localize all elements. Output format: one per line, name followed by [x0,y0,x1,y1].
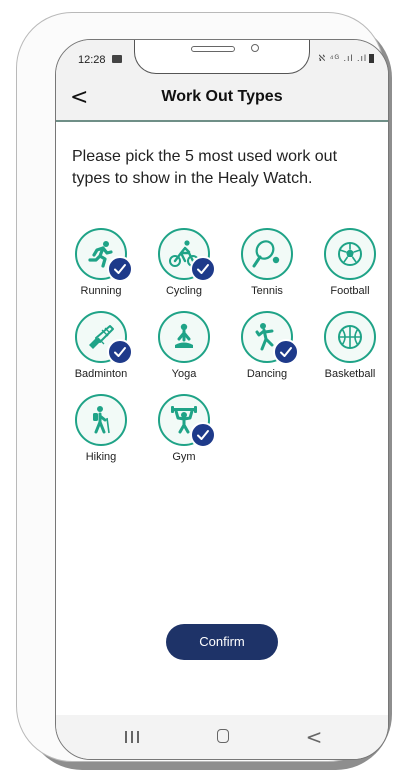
workout-gym[interactable]: Gym [151,394,221,474]
instruction-text: Please pick the 5 most used work out typ… [72,148,338,187]
phone-screen: 12:28 ℵ ⁴ᴳ .ıl .ıl < Work Out Types Plea… [55,39,389,760]
workout-dancing[interactable]: Dancing [234,311,304,391]
battery-icon [369,54,374,64]
page-title: Work Out Types [161,88,283,105]
phone-frame: 12:28 ℵ ⁴ᴳ .ıl .ıl < Work Out Types Plea… [16,12,389,762]
workout-hiking[interactable]: Hiking [68,394,138,474]
workout-basketball[interactable]: Basketball [317,311,387,391]
hiking-icon [93,406,110,434]
signal-icons: ℵ ⁴ᴳ .ıl .ıl [318,53,374,64]
basketball-icon [338,325,362,349]
yoga-icon [175,323,193,348]
confirm-button[interactable]: Confirm [166,624,278,660]
header: < Work Out Types [56,78,388,122]
recent-apps-icon[interactable] [112,725,152,749]
workout-badminton[interactable]: Badminton [68,311,138,391]
notch [134,40,310,74]
system-back-icon[interactable]: < [294,725,334,749]
selected-check-icon [107,339,133,365]
workout-label: Basketball [324,368,376,380]
status-time: 12:28 [78,54,106,66]
workout-icon-circle [324,228,376,280]
workout-label: Gym [172,451,196,463]
workout-cycling[interactable]: Cycling [151,228,221,308]
workout-label: Dancing [246,368,288,380]
workout-tennis[interactable]: Tennis [234,228,304,308]
selected-check-icon [190,422,216,448]
football-icon [338,242,362,266]
system-nav-bar: < [56,715,388,759]
workout-label: Football [330,285,370,297]
workout-icon-circle [75,394,127,446]
home-icon[interactable] [203,725,243,749]
workout-label: Hiking [85,451,117,463]
speaker [191,46,235,52]
workout-label: Yoga [171,368,197,380]
gallery-icon [112,55,122,63]
workout-icon-circle [241,228,293,280]
workout-running[interactable]: Running [68,228,138,308]
selected-check-icon [190,256,216,282]
workout-label: Cycling [165,285,203,297]
workout-grid: Running Cycling Tennis Football Badminto… [68,228,378,498]
workout-icon-circle [324,311,376,363]
workout-football[interactable]: Football [317,228,387,308]
workout-icon-circle [158,311,210,363]
workout-label: Running [80,285,122,297]
workout-yoga[interactable]: Yoga [151,311,221,391]
selected-check-icon [107,256,133,282]
signal-text: ℵ ⁴ᴳ .ıl .ıl [318,53,367,63]
workout-label: Badminton [74,368,128,380]
camera [251,44,259,52]
selected-check-icon [273,339,299,365]
workout-label: Tennis [251,285,283,297]
tennis-icon [252,240,280,268]
